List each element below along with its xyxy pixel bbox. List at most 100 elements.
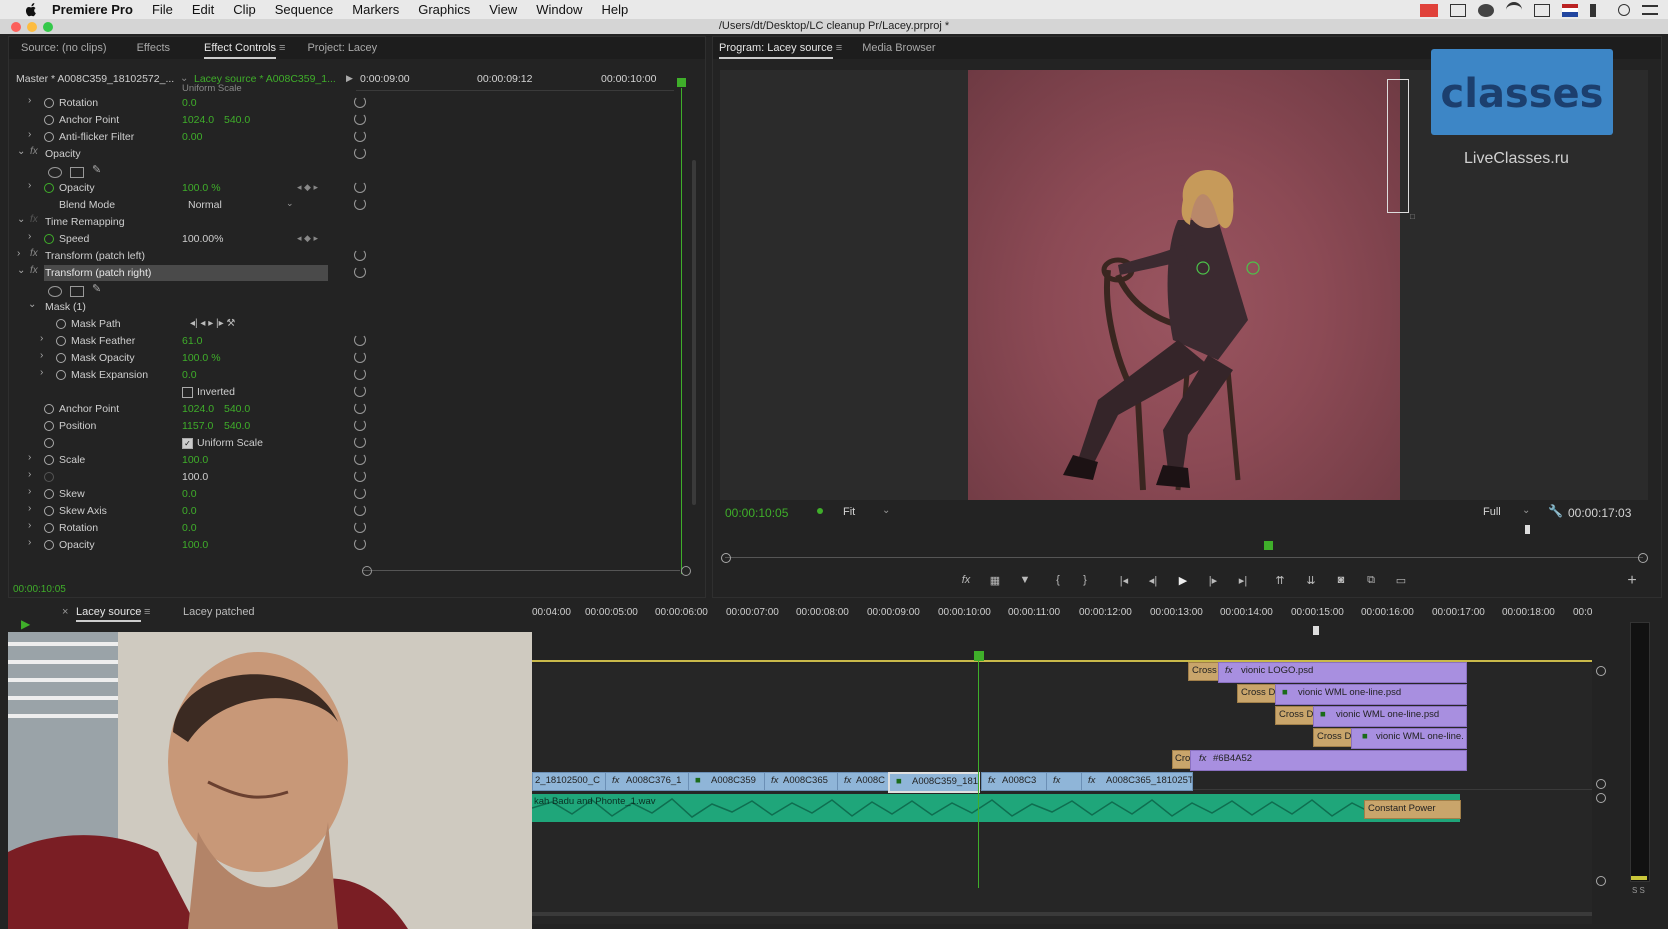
sequence-play-icon[interactable]: ▶	[21, 617, 30, 631]
transition-constant-power[interactable]: Constant Power	[1364, 800, 1461, 819]
program-scrubber-track[interactable]	[725, 557, 1643, 558]
audio-clip[interactable]: kah Badu and Phonte_1.wav	[532, 794, 1460, 822]
tab-source[interactable]: Source: (no clips)	[9, 42, 119, 54]
row-value[interactable]: 61.0	[182, 335, 202, 347]
ellipse-mask-icon[interactable]	[48, 167, 62, 178]
ec-zoom-scrollbar[interactable]	[362, 570, 680, 571]
stopwatch-icon[interactable]	[44, 540, 54, 550]
row-value[interactable]: 0.0	[182, 488, 197, 500]
inverted-checkbox[interactable]	[182, 387, 193, 398]
collapse-chevron-icon[interactable]: ⌄	[28, 299, 36, 310]
stopwatch-icon[interactable]	[44, 98, 54, 108]
tab-lacey-source[interactable]: Lacey source	[76, 606, 142, 622]
expand-chevron-icon[interactable]: ›	[28, 452, 31, 463]
expand-chevron-icon[interactable]: ›	[28, 520, 31, 531]
expand-chevron-icon[interactable]: ›	[40, 350, 43, 361]
ec-current-time[interactable]: 00:00:10:05	[13, 584, 66, 595]
close-window-button[interactable]	[11, 22, 21, 32]
timeline-playhead[interactable]	[974, 651, 984, 661]
clip-v1[interactable]: fx	[1046, 772, 1082, 791]
reset-icon[interactable]	[354, 181, 366, 193]
row-rotation[interactable]: › Rotation 0.0	[14, 95, 366, 112]
close-tab-icon[interactable]: ×	[62, 606, 68, 618]
expand-chevron-icon[interactable]: ›	[28, 537, 31, 548]
menu-edit[interactable]: Edit	[192, 2, 214, 17]
menu-sequence[interactable]: Sequence	[275, 2, 334, 17]
audio-tracks-scroll-handle[interactable]	[1596, 876, 1606, 886]
mark-out-icon[interactable]: }	[1078, 574, 1092, 586]
row-value[interactable]: 1024.0	[182, 114, 214, 126]
reset-icon[interactable]	[354, 147, 366, 159]
stopwatch-icon[interactable]	[44, 523, 54, 533]
reset-icon[interactable]	[354, 249, 366, 261]
rectangle-mask-icon[interactable]	[70, 167, 84, 178]
row-value[interactable]: 0.0	[182, 505, 197, 517]
stopwatch-icon[interactable]	[56, 370, 66, 380]
clip-v1[interactable]: 2_18102500_C	[532, 772, 606, 791]
scrubber-start-handle[interactable]	[721, 553, 731, 563]
reset-icon[interactable]	[354, 130, 366, 142]
add-marker-icon[interactable]: ▼	[1018, 574, 1032, 586]
reset-icon[interactable]	[354, 113, 366, 125]
uniform-scale-checkbox[interactable]: ✓	[182, 438, 193, 449]
video-tracks-scroll-handle[interactable]	[1596, 779, 1606, 789]
pen-mask-icon[interactable]: ✎	[92, 282, 101, 295]
lift-icon[interactable]: ⇈	[1273, 574, 1287, 587]
menu-markers[interactable]: Markers	[352, 2, 399, 17]
transition-cross-dissolve[interactable]: Cross	[1188, 662, 1220, 681]
row-anchor-point[interactable]: Anchor Point 1024.0 540.0	[14, 112, 366, 129]
timeline-horizontal-scrollbar[interactable]	[532, 912, 1592, 916]
fx-icon[interactable]: fx	[30, 248, 38, 259]
row-mask-opacity[interactable]: › Mask Opacity 100.0 %	[14, 350, 366, 367]
clip-v1[interactable]: fx A008C365_181025T	[1081, 772, 1193, 791]
tab-project[interactable]: Project: Lacey	[297, 42, 389, 54]
row-rotation-2[interactable]: › Rotation 0.0	[14, 520, 366, 537]
menu-help[interactable]: Help	[601, 2, 628, 17]
blend-mode-select[interactable]: Normal	[188, 199, 222, 211]
extract-icon[interactable]: ⇊	[1304, 574, 1318, 587]
row-transform-patch-left[interactable]: › fx Transform (patch left)	[14, 248, 366, 265]
comparison-view-icon[interactable]: ⧉	[1364, 574, 1378, 586]
zoom-fit-select[interactable]: Fit	[843, 506, 855, 518]
row-value[interactable]: 1157.0	[182, 420, 213, 432]
menu-view[interactable]: View	[489, 2, 517, 17]
row-value-2[interactable]: 540.0	[224, 420, 250, 432]
row-value[interactable]: 0.0	[182, 369, 197, 381]
transition-cross-dissolve[interactable]: Cross Di	[1275, 706, 1315, 725]
expand-chevron-icon[interactable]: ›	[28, 469, 31, 480]
menu-window[interactable]: Window	[536, 2, 582, 17]
stopwatch-icon[interactable]	[56, 353, 66, 363]
tab-effect-controls[interactable]: Effect Controls ≡	[182, 42, 297, 59]
menu-graphics[interactable]: Graphics	[418, 2, 470, 17]
play-only-audio-icon[interactable]: ▶	[346, 73, 353, 84]
stopwatch-icon[interactable]	[44, 183, 54, 193]
minimize-window-button[interactable]	[27, 22, 37, 32]
play-icon[interactable]: ▶	[1176, 574, 1190, 587]
row-value[interactable]: 100.0 %	[182, 182, 221, 194]
row-value[interactable]: 1024.0	[182, 403, 214, 415]
zoom-window-button[interactable]	[43, 22, 53, 32]
mask-rectangle-overlay[interactable]	[1387, 79, 1409, 213]
row-value[interactable]: 0.0	[182, 522, 197, 534]
panel-menu-icon[interactable]: ≡	[836, 42, 842, 54]
row-value[interactable]: 0.00	[182, 131, 202, 143]
reset-icon[interactable]	[354, 538, 366, 550]
clip-v1[interactable]: ■ A008C359	[688, 772, 765, 791]
fx-icon[interactable]: fx	[30, 214, 38, 225]
row-speed[interactable]: › Speed 100.00% ◂ ◆ ▸	[14, 231, 344, 248]
expand-chevron-icon[interactable]: ›	[17, 248, 20, 259]
stopwatch-icon[interactable]	[44, 455, 54, 465]
stopwatch-icon[interactable]	[44, 489, 54, 499]
stopwatch-icon[interactable]	[44, 438, 54, 448]
expand-chevron-icon[interactable]: ›	[28, 180, 31, 191]
row-inverted[interactable]: Inverted	[14, 384, 366, 401]
keyframe-nav-icon[interactable]: ◂ ◆ ▸	[297, 233, 318, 244]
stopwatch-icon[interactable]	[56, 336, 66, 346]
stopwatch-icon[interactable]	[44, 506, 54, 516]
reset-icon[interactable]	[354, 521, 366, 533]
program-playhead[interactable]	[1264, 541, 1273, 550]
flag-icon[interactable]	[1562, 3, 1578, 17]
collapse-chevron-icon[interactable]: ⌄	[17, 265, 25, 276]
go-to-in-icon[interactable]: |◂	[1117, 574, 1131, 587]
ec-playhead-marker[interactable]	[677, 78, 686, 87]
